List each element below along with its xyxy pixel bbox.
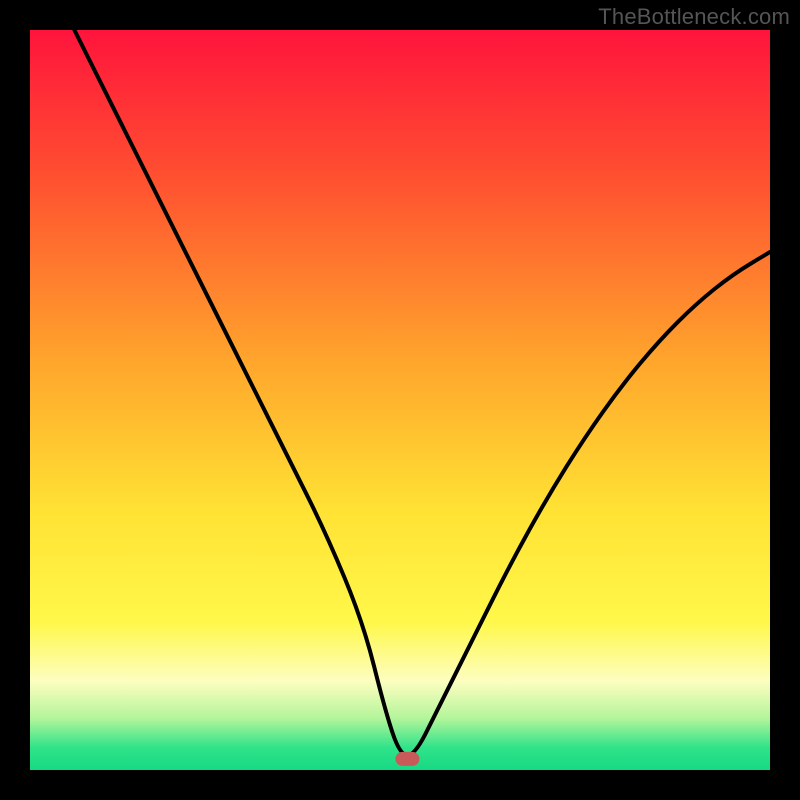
attribution-label: TheBottleneck.com xyxy=(598,4,790,30)
plot-area xyxy=(30,30,770,770)
optimal-marker xyxy=(395,752,419,766)
bottleneck-chart: TheBottleneck.com xyxy=(0,0,800,800)
chart-svg xyxy=(0,0,800,800)
